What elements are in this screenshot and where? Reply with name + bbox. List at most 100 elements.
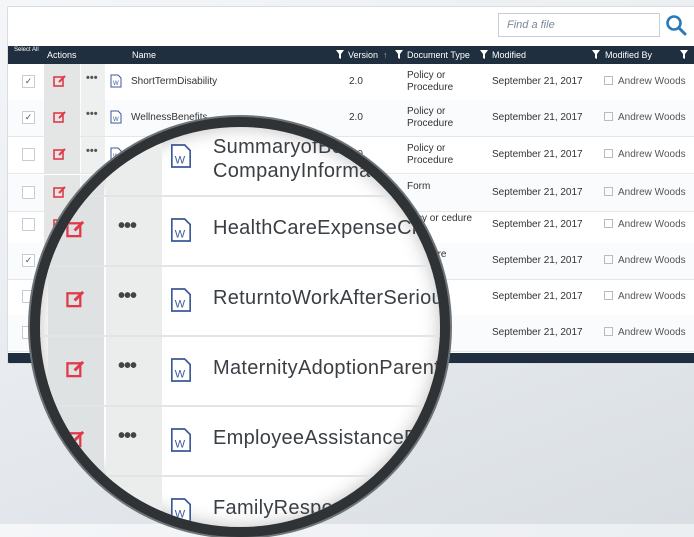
modified-date: September 21, 2017 [492,327,583,338]
more-options-icon[interactable]: ••• [86,72,98,84]
modified-date: September 21, 2017 [492,219,583,230]
word-document-icon: W [171,288,191,312]
user-presence-icon [604,255,613,264]
modified-date: September 21, 2017 [492,149,583,160]
more-cell: ••• [81,64,105,100]
user-presence-icon [604,187,613,196]
file-name-link[interactable]: FamilyResponsi [213,497,440,520]
user-presence-icon [604,149,613,158]
edit-icon[interactable] [53,110,67,124]
user-name: Andrew Woods [618,149,686,160]
user-name: Andrew Woods [618,219,686,230]
edit-icon[interactable] [53,74,67,88]
more-options-icon[interactable]: ••• [118,355,137,378]
search-icon[interactable] [665,14,687,36]
file-name-link[interactable]: ReturntoWorkAfterSeriou [213,287,440,310]
document-type-filter-icon[interactable] [480,50,488,59]
search-area [498,13,687,37]
edit-icon[interactable] [66,499,86,519]
row-checkbox[interactable]: ✓ [22,111,35,124]
file-name-link[interactable]: MaternityAdoptionParent [213,357,440,380]
actions-cell [44,64,80,100]
user-presence-icon [604,291,613,300]
table-row[interactable]: ✓ ••• W ShortTermDisability 2.0 Policy or Pro… [8,64,694,101]
magnifier-lens: ••• W SummaryofBen CompanyInformati ••• W Hea… [30,117,450,537]
magnified-row: ••• W ReturntoWorkAfterSeriou [40,267,440,337]
svg-text:W: W [175,368,186,380]
user-name: Andrew Woods [618,76,686,87]
actions-header: Actions [47,50,77,60]
word-document-icon: W [171,218,191,242]
magnified-row: ••• W FamilyResponsi [40,477,440,527]
search-input[interactable] [498,13,660,37]
file-name-link[interactable]: EmployeeAssistancePr [213,427,440,450]
name-column-header[interactable]: Name [132,50,156,60]
more-options-icon[interactable]: ••• [118,495,137,518]
svg-text:W: W [113,117,119,123]
modified-by-user[interactable]: Andrew Woods [604,149,686,160]
svg-text:W: W [175,438,186,450]
modified-by-user[interactable]: Andrew Woods [604,291,686,302]
user-presence-icon [604,219,613,228]
user-name: Andrew Woods [618,187,686,198]
version-value: 2.0 [349,76,363,87]
word-document-icon: W [171,144,191,168]
file-name-link[interactable]: ShortTermDisability [131,76,217,87]
more-cell: ••• [106,267,162,335]
magnified-rows: ••• W SummaryofBen CompanyInformati ••• W Hea… [40,127,440,527]
actions-cell [48,197,104,265]
actions-cell [48,267,104,335]
modified-by-filter-icon[interactable] [680,50,688,59]
document-type-column-header[interactable]: Document Type [407,50,470,60]
user-name: Andrew Woods [618,255,686,266]
modified-by-user[interactable]: Andrew Woods [604,255,686,266]
more-cell: ••• [106,127,162,195]
modified-by-user[interactable]: Andrew Woods [604,187,686,198]
svg-text:W: W [113,81,119,87]
file-name-link[interactable]: HealthCareExpenseCla [213,217,440,240]
edit-icon[interactable] [66,429,86,449]
word-document-icon: W [171,358,191,382]
table-header: Select All Actions Name Version ↑ Docume… [8,46,694,64]
more-cell: ••• [106,197,162,265]
version-value: 2.0 [349,112,363,123]
word-document-icon: W [110,110,122,124]
modified-filter-icon[interactable] [592,50,600,59]
edit-icon[interactable] [66,219,86,239]
modified-by-user[interactable]: Andrew Woods [604,327,686,338]
modified-by-user[interactable]: Andrew Woods [604,219,686,230]
select-all-checkbox[interactable]: Select All [14,47,39,54]
modified-column-header[interactable]: Modified [492,50,526,60]
edit-icon[interactable] [66,359,86,379]
row-checkbox[interactable]: ✓ [22,75,35,88]
modified-date: September 21, 2017 [492,255,583,266]
file-name-link[interactable]: SummaryofBen CompanyInformati [213,135,440,183]
edit-icon[interactable] [66,145,86,165]
more-options-icon[interactable]: ••• [118,285,137,308]
version-filter-icon[interactable] [395,50,403,59]
modified-by-user[interactable]: Andrew Woods [604,76,686,87]
more-options-icon[interactable]: ••• [118,215,137,238]
actions-cell [48,337,104,405]
edit-icon[interactable] [66,289,86,309]
version-column-header[interactable]: Version [348,50,378,60]
modified-date: September 21, 2017 [492,112,583,123]
modified-by-column-header[interactable]: Modified By [605,50,652,60]
row-checkbox[interactable] [22,186,35,199]
more-options-icon[interactable]: ••• [86,108,98,120]
more-cell: ••• [106,407,162,475]
word-document-icon: W [110,74,122,88]
more-options-icon[interactable]: ••• [118,425,137,448]
more-options-icon[interactable]: ••• [118,141,137,164]
modified-by-user[interactable]: Andrew Woods [604,112,686,123]
row-checkbox[interactable] [22,148,35,161]
svg-text:W: W [175,298,186,310]
row-checkbox[interactable]: ✓ [22,254,35,267]
row-checkbox[interactable] [22,218,35,231]
svg-text:W: W [175,154,186,166]
name-filter-icon[interactable] [336,50,344,59]
word-document-icon: W [171,428,191,452]
word-document-icon: W [171,498,191,522]
modified-date: September 21, 2017 [492,187,583,198]
magnified-row: ••• W SummaryofBen CompanyInformati [40,127,440,197]
